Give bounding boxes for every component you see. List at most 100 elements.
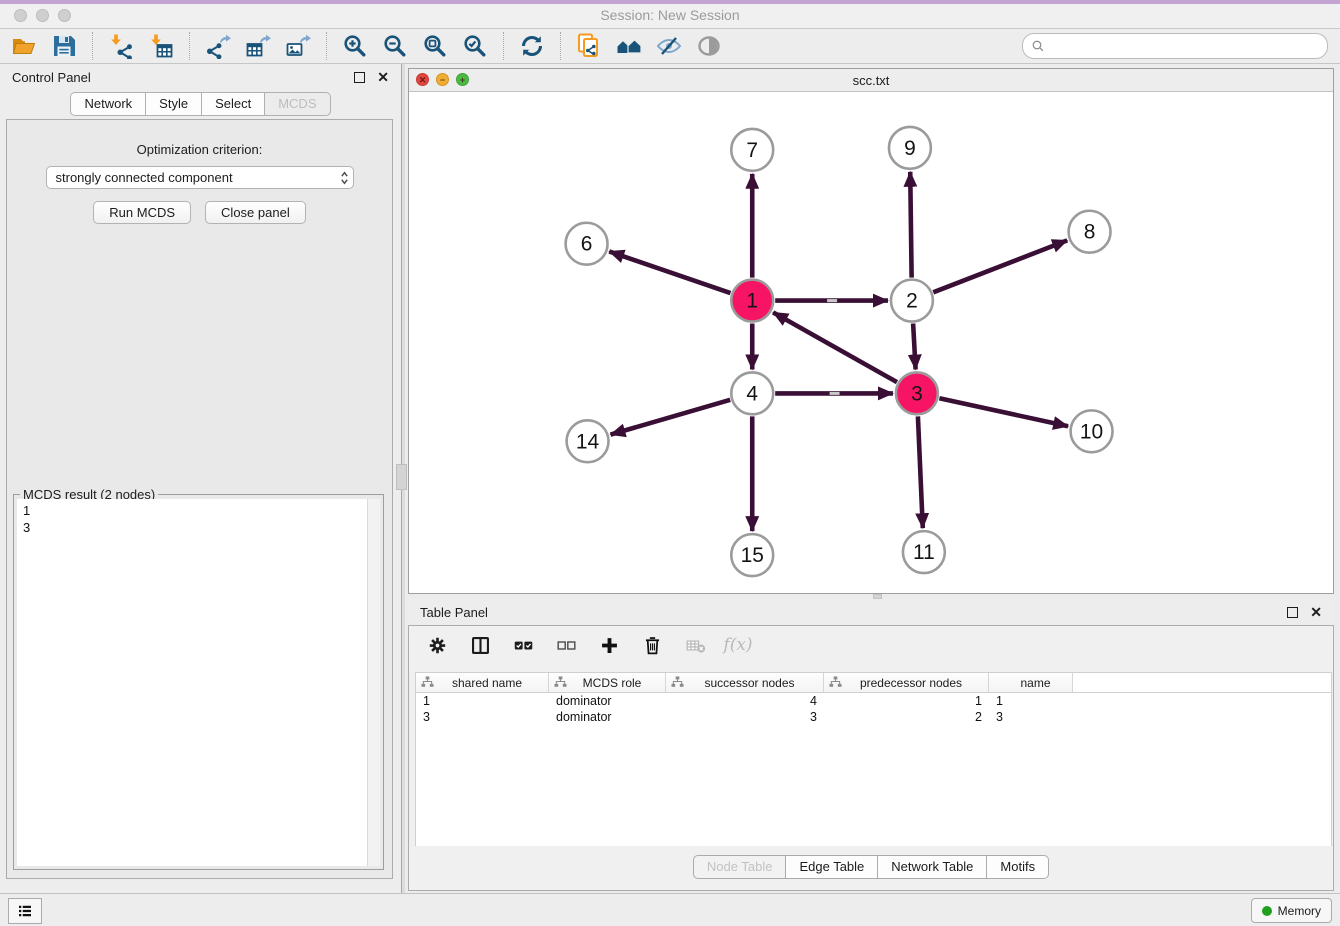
- memory-button[interactable]: Memory: [1251, 898, 1332, 923]
- table-panel-float-button[interactable]: [1287, 607, 1298, 618]
- cell-successor-nodes[interactable]: 3: [666, 709, 824, 725]
- control-tab-style[interactable]: Style: [146, 92, 202, 116]
- network-canvas[interactable]: 1234678910111415: [409, 92, 1333, 593]
- table-panel-title: Table Panel: [420, 605, 1287, 620]
- node-label-7: 7: [746, 139, 758, 162]
- edge-3-11[interactable]: [918, 416, 923, 528]
- table-settings-icon[interactable]: [425, 633, 449, 657]
- cell-shared-name[interactable]: 3: [416, 709, 549, 725]
- criterion-select[interactable]: strongly connected component: [46, 166, 354, 189]
- window-titlebar: Session: New Session: [0, 0, 1340, 29]
- column-header-shared-name[interactable]: shared name: [416, 673, 549, 692]
- import-network-icon[interactable]: [105, 31, 137, 61]
- network-window: ✕ − + scc.txt 1234678910111415: [408, 68, 1334, 594]
- clone-network-icon[interactable]: [573, 31, 605, 61]
- node-label-3: 3: [911, 382, 923, 405]
- control-panel-close-button[interactable]: ✕: [377, 70, 389, 84]
- mcds-result-group: MCDS result (2 nodes) 1 3: [13, 494, 384, 870]
- export-table-icon[interactable]: [242, 31, 274, 61]
- node-table-header-row: shared nameMCDS rolesuccessor nodesprede…: [416, 673, 1331, 693]
- tab-network-table[interactable]: Network Table: [878, 855, 987, 879]
- vertical-splitter-handle[interactable]: [396, 464, 407, 490]
- control-tab-network[interactable]: Network: [70, 92, 146, 116]
- memory-status-dot: [1262, 906, 1272, 916]
- network-graph[interactable]: 1234678910111415: [409, 92, 1333, 593]
- tab-motifs[interactable]: Motifs: [987, 855, 1049, 879]
- hide-panels-icon[interactable]: [653, 31, 685, 61]
- delete-columns-icon[interactable]: [640, 633, 664, 657]
- toolbar-separator: [560, 32, 561, 60]
- column-header-MCDS-role[interactable]: MCDS role: [549, 673, 666, 692]
- zoom-fit-icon[interactable]: [419, 31, 451, 61]
- control-tab-select[interactable]: Select: [202, 92, 265, 116]
- toolbar-separator: [503, 32, 504, 60]
- memory-label: Memory: [1278, 904, 1321, 918]
- edge-1-6[interactable]: [609, 251, 730, 293]
- edge-2-8[interactable]: [933, 240, 1067, 292]
- cell-shared-name[interactable]: 1: [416, 693, 549, 709]
- close-panel-button[interactable]: Close panel: [205, 201, 306, 224]
- search-input[interactable]: [1051, 38, 1319, 54]
- vertical-splitter[interactable]: [401, 64, 405, 893]
- add-column-icon[interactable]: [597, 633, 621, 657]
- table-toolbar: f(x): [409, 626, 1333, 664]
- edge-4-14[interactable]: [611, 400, 731, 435]
- search-icon: [1031, 39, 1046, 54]
- column-header-predecessor-nodes[interactable]: predecessor nodes: [824, 673, 989, 692]
- open-session-icon[interactable]: [8, 31, 40, 61]
- edge-3-1[interactable]: [773, 312, 897, 382]
- table-row[interactable]: 1dominator411: [416, 693, 1331, 709]
- cell-MCDS-role[interactable]: dominator: [549, 693, 666, 709]
- control-panel-float-button[interactable]: [354, 72, 365, 83]
- cell-name[interactable]: 1: [989, 693, 1073, 709]
- node-label-11: 11: [913, 541, 935, 564]
- cell-MCDS-role[interactable]: dominator: [549, 709, 666, 725]
- zoom-out-icon[interactable]: [379, 31, 411, 61]
- select-arrows-icon: [340, 170, 349, 186]
- table-panel-close-button[interactable]: ✕: [1310, 605, 1322, 619]
- table-panel-content: f(x) shared nameMCDS rolesuccessor nodes…: [408, 625, 1334, 891]
- table-panel: Table Panel ✕ f(x) shared nameMCDS roles…: [408, 599, 1334, 891]
- task-history-button[interactable]: [8, 898, 42, 924]
- network-home-icon[interactable]: [613, 31, 645, 61]
- run-mcds-button[interactable]: Run MCDS: [93, 201, 191, 224]
- cell-predecessor-nodes[interactable]: 1: [824, 693, 989, 709]
- show-graphics-icon: [693, 31, 725, 61]
- edge-2-9[interactable]: [910, 172, 911, 278]
- mcds-result-text[interactable]: 1 3: [17, 499, 367, 866]
- column-header-successor-nodes[interactable]: successor nodes: [666, 673, 824, 692]
- control-tab-mcds[interactable]: MCDS: [265, 92, 330, 116]
- network-window-traffic-lights: ✕ − +: [416, 73, 469, 86]
- cell-name[interactable]: 3: [989, 709, 1073, 725]
- node-table: shared nameMCDS rolesuccessor nodesprede…: [415, 672, 1332, 846]
- edge-3-10[interactable]: [939, 398, 1068, 426]
- zoom-selected-icon[interactable]: [459, 31, 491, 61]
- tab-edge-table[interactable]: Edge Table: [786, 855, 878, 879]
- select-all-columns-icon[interactable]: [511, 633, 535, 657]
- cell-successor-nodes[interactable]: 4: [666, 693, 824, 709]
- show-columns-icon[interactable]: [468, 633, 492, 657]
- save-session-icon[interactable]: [48, 31, 80, 61]
- cell-predecessor-nodes[interactable]: 2: [824, 709, 989, 725]
- zoom-in-icon[interactable]: [339, 31, 371, 61]
- table-panel-tabs: Node TableEdge TableNetwork TableMotifs: [409, 855, 1333, 879]
- export-network-icon[interactable]: [202, 31, 234, 61]
- table-row[interactable]: 3dominator323: [416, 709, 1331, 725]
- node-table-body: 1dominator4113dominator323: [416, 693, 1331, 725]
- import-table-icon[interactable]: [145, 31, 177, 61]
- unselect-all-columns-icon[interactable]: [554, 633, 578, 657]
- edge-2-3[interactable]: [913, 324, 915, 370]
- network-maximize-button[interactable]: +: [456, 73, 469, 86]
- table-panel-header: Table Panel ✕: [408, 599, 1334, 625]
- mcds-result-scrollbar[interactable]: [367, 499, 380, 866]
- network-title: scc.txt: [409, 73, 1333, 88]
- apply-function-icon: f(x): [726, 633, 750, 657]
- refresh-layout-icon[interactable]: [516, 31, 548, 61]
- tab-node-table[interactable]: Node Table: [693, 855, 787, 879]
- search-box[interactable]: [1022, 33, 1328, 59]
- column-header-name[interactable]: name: [989, 673, 1073, 692]
- network-minimize-button[interactable]: −: [436, 73, 449, 86]
- network-close-button[interactable]: ✕: [416, 73, 429, 86]
- export-image-icon[interactable]: [282, 31, 314, 61]
- mcds-panel: Optimization criterion: strongly connect…: [6, 119, 393, 879]
